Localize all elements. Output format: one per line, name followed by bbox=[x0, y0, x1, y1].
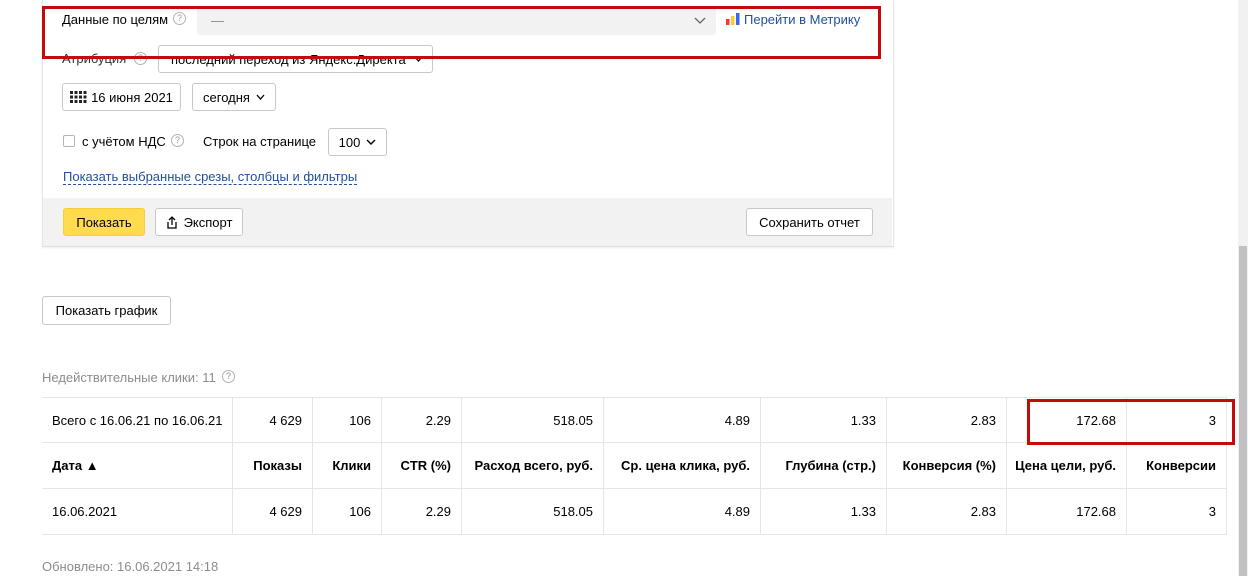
row-cell-impressions: 4 629 bbox=[233, 489, 313, 534]
row-cell-conversions: 3 bbox=[1127, 489, 1227, 534]
header-date[interactable]: Дата ▲ bbox=[42, 442, 233, 488]
date-value: 16 июня 2021 bbox=[91, 89, 173, 105]
header-ctr[interactable]: CTR (%) bbox=[382, 442, 462, 488]
show-chart-label: Показать график bbox=[55, 303, 158, 318]
header-goal-cost[interactable]: Цена цели, руб. bbox=[1007, 442, 1127, 488]
row-cell-goal-cost: 172.68 bbox=[1007, 489, 1127, 534]
row-cell-clicks: 106 bbox=[313, 489, 382, 534]
date-picker-button[interactable]: 16 июня 2021 bbox=[62, 83, 181, 111]
rows-per-page-label: Строк на странице bbox=[203, 134, 317, 149]
row-cell-conversion-rate: 2.83 bbox=[887, 489, 1007, 534]
show-button[interactable]: Показать bbox=[63, 208, 145, 236]
table-header-row: Дата ▲ Показы Клики CTR (%) Расход всего… bbox=[42, 442, 1227, 489]
total-cell-impressions: 4 629 bbox=[233, 398, 313, 442]
show-button-label: Показать bbox=[76, 214, 132, 230]
calendar-icon bbox=[70, 91, 87, 103]
export-button-label: Экспорт bbox=[183, 214, 233, 230]
period-select[interactable]: сегодня bbox=[192, 83, 276, 111]
invalid-clicks-text: Недействительные клики: 11 bbox=[42, 370, 216, 385]
total-cell-conversion-rate: 2.83 bbox=[887, 398, 1007, 442]
rows-per-page-value: 100 bbox=[338, 134, 361, 150]
total-cell-clicks: 106 bbox=[313, 398, 382, 442]
chevron-down-icon bbox=[366, 139, 376, 145]
row-cell-depth: 1.33 bbox=[761, 489, 887, 534]
total-cell-depth: 1.33 bbox=[761, 398, 887, 442]
row-cell-avg-cpc: 4.89 bbox=[604, 489, 761, 534]
total-cell-period: Всего с 16.06.21 по 16.06.21 bbox=[42, 398, 233, 442]
header-clicks[interactable]: Клики bbox=[313, 442, 382, 488]
row-cell-spend: 518.05 bbox=[462, 489, 604, 534]
chevron-down-icon bbox=[256, 94, 265, 100]
save-report-button[interactable]: Сохранить отчет bbox=[746, 208, 873, 236]
highlight-box-totals bbox=[1027, 399, 1235, 445]
header-conversion-rate[interactable]: Конверсия (%) bbox=[887, 442, 1007, 488]
show-chart-button[interactable]: Показать график bbox=[42, 296, 171, 325]
header-depth[interactable]: Глубина (стр.) bbox=[761, 442, 887, 488]
rows-per-page-select[interactable]: 100 bbox=[328, 128, 387, 156]
scrollbar-thumb[interactable] bbox=[1239, 246, 1247, 576]
vat-help-icon[interactable]: ? bbox=[171, 134, 184, 147]
header-impressions[interactable]: Показы bbox=[233, 442, 313, 488]
vat-checkbox[interactable] bbox=[63, 135, 75, 147]
upload-icon bbox=[166, 215, 177, 229]
row-cell-date: 16.06.2021 bbox=[42, 489, 233, 534]
header-avg-cpc[interactable]: Ср. цена клика, руб. bbox=[604, 442, 761, 488]
table-row: 16.06.2021 4 629 106 2.29 518.05 4.89 1.… bbox=[42, 489, 1227, 535]
header-spend[interactable]: Расход всего, руб. bbox=[462, 442, 604, 488]
highlight-box-goals bbox=[42, 6, 881, 59]
total-cell-avg-cpc: 4.89 bbox=[604, 398, 761, 442]
invalid-clicks-help-icon[interactable]: ? bbox=[222, 370, 235, 383]
total-cell-spend: 518.05 bbox=[462, 398, 604, 442]
updated-timestamp: Обновлено: 16.06.2021 14:18 bbox=[42, 559, 219, 574]
header-conversions[interactable]: Конверсии bbox=[1127, 442, 1227, 488]
save-report-label: Сохранить отчет bbox=[759, 214, 860, 230]
row-cell-ctr: 2.29 bbox=[382, 489, 462, 534]
period-value: сегодня bbox=[203, 89, 250, 105]
show-selected-filters-link[interactable]: Показать выбранные срезы, столбцы и филь… bbox=[63, 169, 358, 185]
vat-label: с учётом НДС bbox=[82, 134, 166, 149]
export-button[interactable]: Экспорт bbox=[155, 208, 243, 236]
total-cell-ctr: 2.29 bbox=[382, 398, 462, 442]
